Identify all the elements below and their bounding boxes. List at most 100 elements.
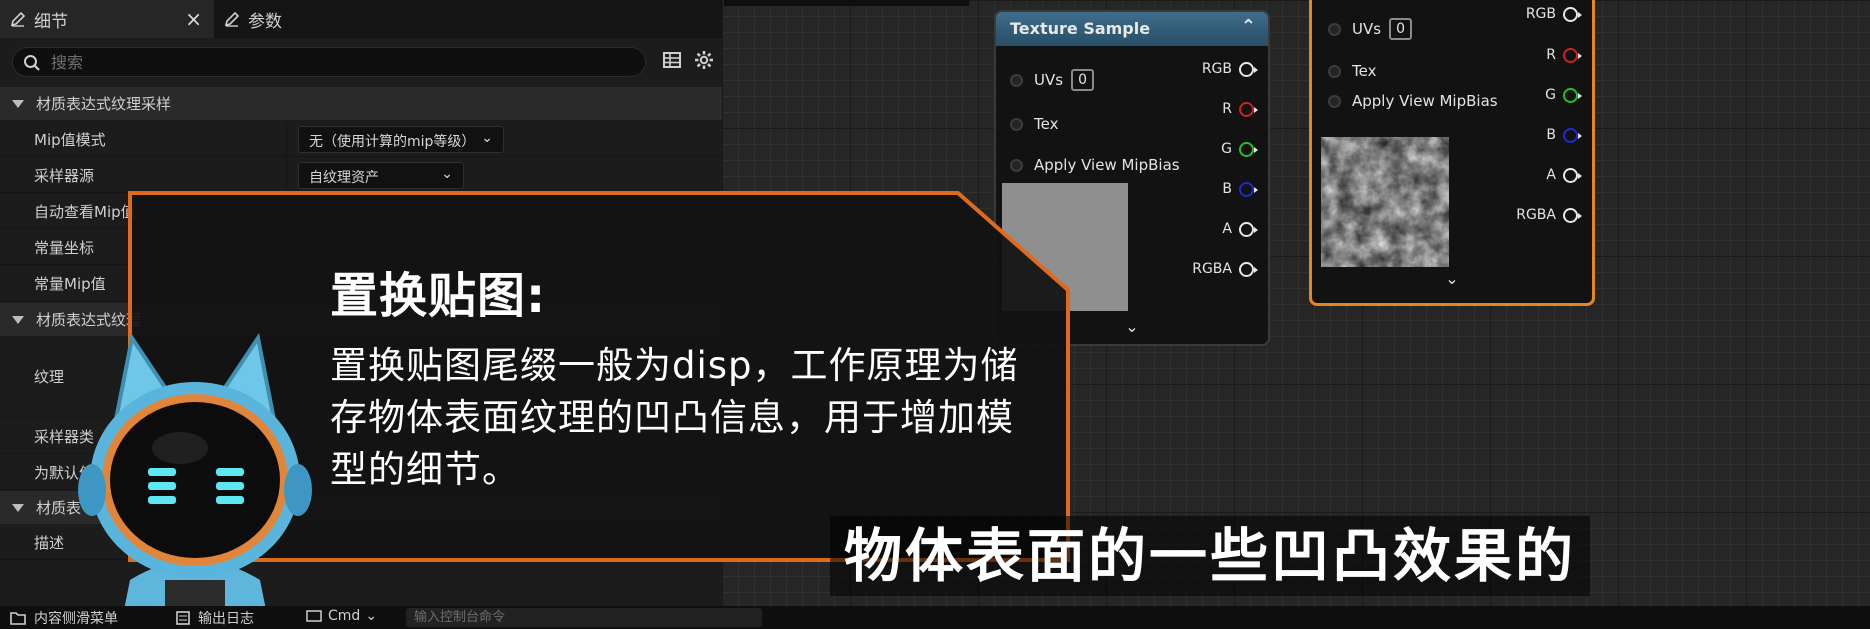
texture-preview-thumbnail (1002, 183, 1128, 311)
output-pin-icon[interactable] (1563, 87, 1582, 103)
pin-label: B (1546, 127, 1556, 143)
category-texture-sample[interactable]: 材质表达式纹理采样 (0, 87, 722, 120)
pencil-icon (10, 11, 26, 27)
output-pin-r[interactable]: R (1222, 97, 1258, 121)
output-pin-icon[interactable] (1239, 221, 1258, 237)
property-label: 自动查看Mip值 (34, 203, 136, 221)
cmd-selector[interactable]: Cmd ⌄ (306, 608, 377, 624)
pin-label: R (1222, 101, 1232, 117)
collapse-arrow-icon (12, 315, 24, 324)
output-pin-icon[interactable] (1563, 207, 1582, 223)
expand-chevron-icon[interactable]: ⌄ (1312, 269, 1592, 288)
tab-parameters[interactable]: 参数 (214, 0, 364, 38)
callout-body: 置换贴图尾缀一般为disp，工作原理为储存物体表面纹理的凹凸信息，用于增加模型的… (330, 344, 1019, 491)
search-icon (24, 55, 40, 71)
output-pin-icon[interactable] (1239, 181, 1258, 197)
property-row-description: 描述 (0, 524, 722, 560)
mip-mode-dropdown[interactable]: 无（使用计算的mip等级） ⌄ (298, 126, 504, 153)
pin-label: R (1546, 47, 1556, 63)
tab-details[interactable]: 细节 × (0, 0, 214, 38)
terminal-icon (306, 610, 322, 622)
output-pin-g[interactable]: G (1221, 137, 1258, 161)
chevron-down-icon: ⌄ (441, 166, 453, 182)
property-label: 为默认值 (34, 464, 95, 482)
chevron-down-icon: ⌄ (481, 130, 493, 146)
uv-index-field[interactable]: 0 (1389, 18, 1412, 40)
console-command-box[interactable] (406, 608, 762, 627)
output-pin-icon[interactable] (1563, 127, 1582, 143)
content-drawer-button[interactable]: 内容侧滑菜单 (10, 608, 118, 628)
input-pin-icon[interactable] (1328, 94, 1341, 108)
expand-chevron-icon[interactable]: ⌄ (996, 317, 1268, 336)
texture-sample-node[interactable]: Texture Sample ⌃ UVs 0 Tex Apply View Mi… (994, 10, 1270, 346)
output-log-button[interactable]: 输出日志 (176, 608, 254, 628)
output-pin-icon[interactable] (1239, 101, 1258, 117)
sampler-source-dropdown[interactable]: 自纹理资产 ⌄ (298, 162, 464, 189)
close-icon[interactable]: × (185, 7, 202, 31)
output-pin-icon[interactable] (1563, 167, 1582, 183)
input-pin-icon[interactable] (1328, 22, 1341, 36)
output-pin-icon[interactable] (1239, 61, 1258, 77)
property-row-auto-view-mip: 自动查看Mip值 (0, 193, 722, 229)
pin-label: G (1221, 141, 1232, 157)
node-title-bar[interactable]: Texture Sample ⌃ (996, 12, 1268, 46)
input-pin-icon[interactable] (1328, 64, 1341, 78)
property-row-sampler-source: 采样器源 自纹理资产 ⌄ (0, 157, 722, 193)
input-pin-uvs[interactable]: UVs 0 (1328, 17, 1412, 41)
pin-label: G (1545, 87, 1556, 103)
output-pin-r[interactable]: R (1546, 43, 1582, 67)
table-view-icon[interactable] (662, 50, 682, 70)
property-label: 纹理 (34, 368, 65, 386)
collapse-up-icon[interactable]: ⌃ (1241, 16, 1256, 37)
category-label: 材质表 (36, 499, 82, 517)
property-label: 常量坐标 (34, 239, 95, 257)
output-pin-rgba[interactable]: RGBA (1192, 257, 1258, 281)
pin-label: A (1546, 167, 1556, 183)
uv-index-field[interactable]: 0 (1071, 69, 1094, 91)
input-pin-icon[interactable] (1010, 158, 1023, 172)
output-pin-rgba[interactable]: RGBA (1516, 203, 1582, 227)
output-pin-a[interactable]: A (1222, 217, 1258, 241)
property-label: Mip值模式 (34, 131, 106, 149)
input-pin-icon[interactable] (1010, 117, 1023, 131)
pin-label: RGBA (1192, 261, 1232, 277)
output-pin-a[interactable]: A (1546, 163, 1582, 187)
pin-label: Tex (1034, 115, 1059, 133)
graph-top-strip (724, 0, 969, 6)
input-pin-apply-view-mipbias[interactable]: Apply View MipBias (1010, 153, 1180, 177)
input-pin-icon[interactable] (1010, 73, 1023, 87)
input-pin-tex[interactable]: Tex (1328, 59, 1376, 83)
output-pin-icon[interactable] (1563, 6, 1582, 22)
output-pin-rgb[interactable]: RGB (1202, 57, 1258, 81)
search-row (0, 38, 722, 86)
output-pin-icon[interactable] (1239, 141, 1258, 157)
pin-label: UVs (1352, 20, 1382, 38)
output-pin-rgb[interactable]: RGB (1526, 2, 1582, 26)
output-pin-b[interactable]: B (1546, 123, 1582, 147)
gear-icon[interactable] (694, 50, 714, 70)
cmd-label: Cmd (328, 608, 361, 624)
callout-title: 置换贴图: (330, 268, 547, 324)
search-box[interactable] (12, 47, 646, 77)
pin-label: B (1222, 181, 1232, 197)
input-pin-uvs[interactable]: UVs 0 (1010, 68, 1094, 92)
column-divider (286, 157, 287, 193)
output-pin-icon[interactable] (1563, 47, 1582, 63)
selected-texture-sample-node[interactable]: UVs 0 Tex Apply View MipBias RGB R G B A… (1309, 0, 1595, 306)
dropdown-value: 无（使用计算的mip等级） (309, 134, 476, 150)
output-pin-g[interactable]: G (1545, 83, 1582, 107)
input-pin-apply-view-mipbias[interactable]: Apply View MipBias (1328, 89, 1498, 113)
panel-tab-bar: 细节 × 参数 (0, 0, 722, 38)
output-pin-b[interactable]: B (1222, 177, 1258, 201)
output-pin-icon[interactable] (1239, 261, 1258, 277)
column-divider (286, 121, 287, 157)
property-label: 描述 (34, 534, 65, 552)
property-label: 采样器源 (34, 167, 95, 185)
input-pin-tex[interactable]: Tex (1010, 112, 1058, 136)
dropdown-value: 自纹理资产 (309, 170, 379, 186)
tab-parameters-label: 参数 (248, 11, 282, 32)
console-command-input[interactable] (406, 608, 762, 627)
search-input[interactable] (51, 51, 611, 73)
collapse-arrow-icon (12, 99, 24, 108)
property-row-mip-mode: Mip值模式 无（使用计算的mip等级） ⌄ (0, 121, 722, 157)
